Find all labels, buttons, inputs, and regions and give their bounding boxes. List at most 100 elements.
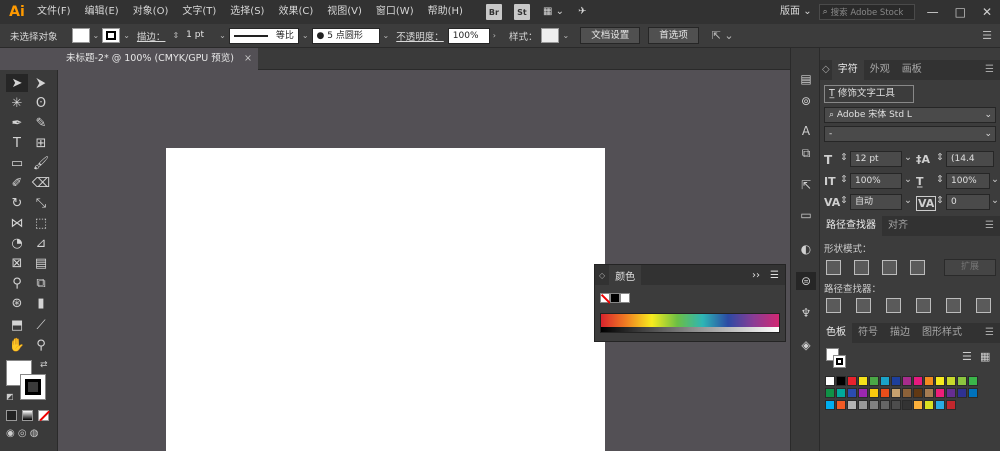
color-swatch[interactable] [825, 376, 835, 386]
horizontal-scale-field[interactable]: 100% [946, 173, 990, 189]
perspective-grid-tool-icon[interactable]: ⊿ [30, 234, 52, 252]
color-swatch[interactable] [957, 376, 967, 386]
chevron-down-icon[interactable]: ⌄ [904, 195, 912, 206]
expand-button[interactable]: 扩展 [944, 259, 996, 276]
menu-window[interactable]: 窗口(W) [369, 0, 421, 24]
thumbnail-view-icon[interactable]: ▦ [980, 350, 990, 363]
stepper-icon[interactable]: ⇕ [936, 152, 944, 163]
chevron-down-icon[interactable]: ⌄ [904, 152, 912, 163]
color-swatch[interactable] [858, 388, 868, 398]
menu-select[interactable]: 选择(S) [223, 0, 271, 24]
trim-icon[interactable] [856, 298, 871, 313]
minimize-button[interactable]: — [919, 5, 947, 19]
color-swatch[interactable] [880, 388, 890, 398]
workspace-switcher[interactable]: 版面 ⌄ [773, 0, 819, 24]
opacity-field[interactable]: 100% [447, 27, 490, 44]
color-swatch[interactable] [902, 376, 912, 386]
font-size-field[interactable]: 12 pt [850, 151, 902, 167]
color-guide-icon[interactable]: ⊜ [796, 272, 816, 290]
stepper-icon[interactable]: ⇕ [936, 195, 944, 206]
maximize-button[interactable]: □ [947, 5, 974, 19]
collapse-icon[interactable]: ◇ [595, 271, 609, 280]
list-view-icon[interactable]: ☰ [962, 350, 972, 363]
color-swatch[interactable] [869, 388, 879, 398]
color-swatch[interactable] [891, 376, 901, 386]
stroke-profile-select[interactable]: 等比 [228, 27, 299, 44]
kerning-field[interactable]: 自动 [850, 194, 902, 210]
hand-tool-icon[interactable]: ✋ [6, 336, 28, 354]
color-swatch[interactable] [825, 400, 835, 410]
color-swatch[interactable] [913, 400, 923, 410]
direct-selection-tool-icon[interactable]: ⮞ [30, 74, 52, 92]
tab-pathfinder[interactable]: 路径查找器 [820, 216, 882, 236]
preferences-button[interactable]: 首选项 [648, 27, 699, 44]
menu-effect[interactable]: 效果(C) [271, 0, 320, 24]
gpu-performance-icon[interactable]: ✈ [571, 0, 593, 24]
free-transform-tool-icon[interactable]: ⬚ [30, 214, 52, 232]
scale-tool-icon[interactable]: ⤡ [30, 194, 52, 212]
stroke-color-box[interactable] [20, 374, 46, 400]
color-swatch[interactable] [858, 376, 868, 386]
tab-swatches[interactable]: 色板 [820, 323, 852, 343]
color-swatch[interactable] [946, 400, 956, 410]
color-swatch[interactable] [913, 388, 923, 398]
close-button[interactable]: ✕ [974, 5, 1000, 19]
stepper-icon[interactable]: ⇕ [840, 152, 848, 163]
shape-builder-tool-icon[interactable]: ◔ [6, 234, 28, 252]
color-swatch[interactable] [924, 376, 934, 386]
color-swatch[interactable] [869, 376, 879, 386]
tab-appearance[interactable]: 外观 [864, 60, 896, 80]
chevron-down-icon[interactable]: ⌄ [120, 31, 133, 40]
gradient-panel-icon[interactable]: ▭ [796, 206, 816, 224]
brushes-icon[interactable]: ♆ [796, 304, 816, 322]
color-mode-icon[interactable] [6, 410, 17, 421]
graphic-style-swatch[interactable] [541, 28, 560, 43]
stock-button[interactable]: St [513, 4, 530, 20]
bridge-button[interactable]: Br [485, 4, 502, 20]
color-swatch[interactable] [968, 388, 978, 398]
stepper-icon[interactable]: ⇕ [169, 31, 182, 40]
color-swatch[interactable] [836, 376, 846, 386]
chevron-down-icon[interactable]: ⌄ [991, 195, 999, 206]
none-swatch[interactable] [600, 293, 611, 304]
gradient-mode-icon[interactable] [22, 410, 33, 421]
document-tab[interactable]: 未标题-2* @ 100% (CMYK/GPU 预览) × [58, 48, 258, 70]
color-swatch[interactable] [935, 376, 945, 386]
color-swatch[interactable] [858, 400, 868, 410]
intersect-icon[interactable] [882, 260, 897, 275]
font-style-select[interactable]: - ⌄ [824, 126, 996, 142]
chevron-down-icon[interactable]: ⌄ [216, 31, 229, 40]
touch-type-tool-button[interactable]: T̲ 修饰文字工具 [824, 85, 914, 103]
color-swatch[interactable] [957, 388, 967, 398]
outline-icon[interactable] [946, 298, 961, 313]
document-setup-button[interactable]: 文档设置 [580, 27, 641, 44]
stepper-icon[interactable]: ⇕ [840, 195, 848, 206]
blend-tool-icon[interactable]: ⧉ [30, 274, 52, 292]
exclude-icon[interactable] [910, 260, 925, 275]
opacity-label[interactable]: 不透明度： [392, 29, 448, 43]
paintbrush-tool-icon[interactable]: 🖌 [30, 154, 52, 172]
chevron-down-icon[interactable]: ⌄ [559, 31, 572, 40]
font-family-select[interactable]: ⌕ Adobe 宋体 Std L ⌄ [824, 107, 996, 123]
stepper-icon[interactable]: ⇕ [936, 174, 944, 185]
color-swatch[interactable] [869, 400, 879, 410]
stepper-icon[interactable]: ⇕ [840, 174, 848, 185]
panel-menu-icon[interactable]: ☰ [764, 270, 785, 281]
white-swatch[interactable] [620, 293, 630, 303]
width-tool-icon[interactable]: ⋈ [6, 214, 28, 232]
color-swatch[interactable] [836, 388, 846, 398]
align-options-icon[interactable]: ⇱ ⌄ [709, 29, 737, 42]
none-mode-icon[interactable] [38, 410, 50, 421]
type-tool-icon[interactable]: T [6, 134, 28, 152]
panel-menu-icon[interactable]: ☰ [979, 216, 1000, 236]
expand-panel-icon[interactable]: ›› [748, 270, 764, 281]
color-swatch[interactable] [968, 376, 978, 386]
navigator-icon[interactable]: ⊚ [796, 92, 816, 110]
tab-align[interactable]: 对齐 [882, 216, 914, 236]
symbol-sprayer-tool-icon[interactable]: ⊛ [6, 294, 28, 312]
menu-type[interactable]: 文字(T) [175, 0, 223, 24]
pen-tool-icon[interactable]: ✒ [6, 114, 28, 132]
slice-tool-icon[interactable]: ⟋ [30, 316, 52, 334]
stroke-swatch[interactable] [102, 28, 121, 43]
unite-icon[interactable] [826, 260, 841, 275]
